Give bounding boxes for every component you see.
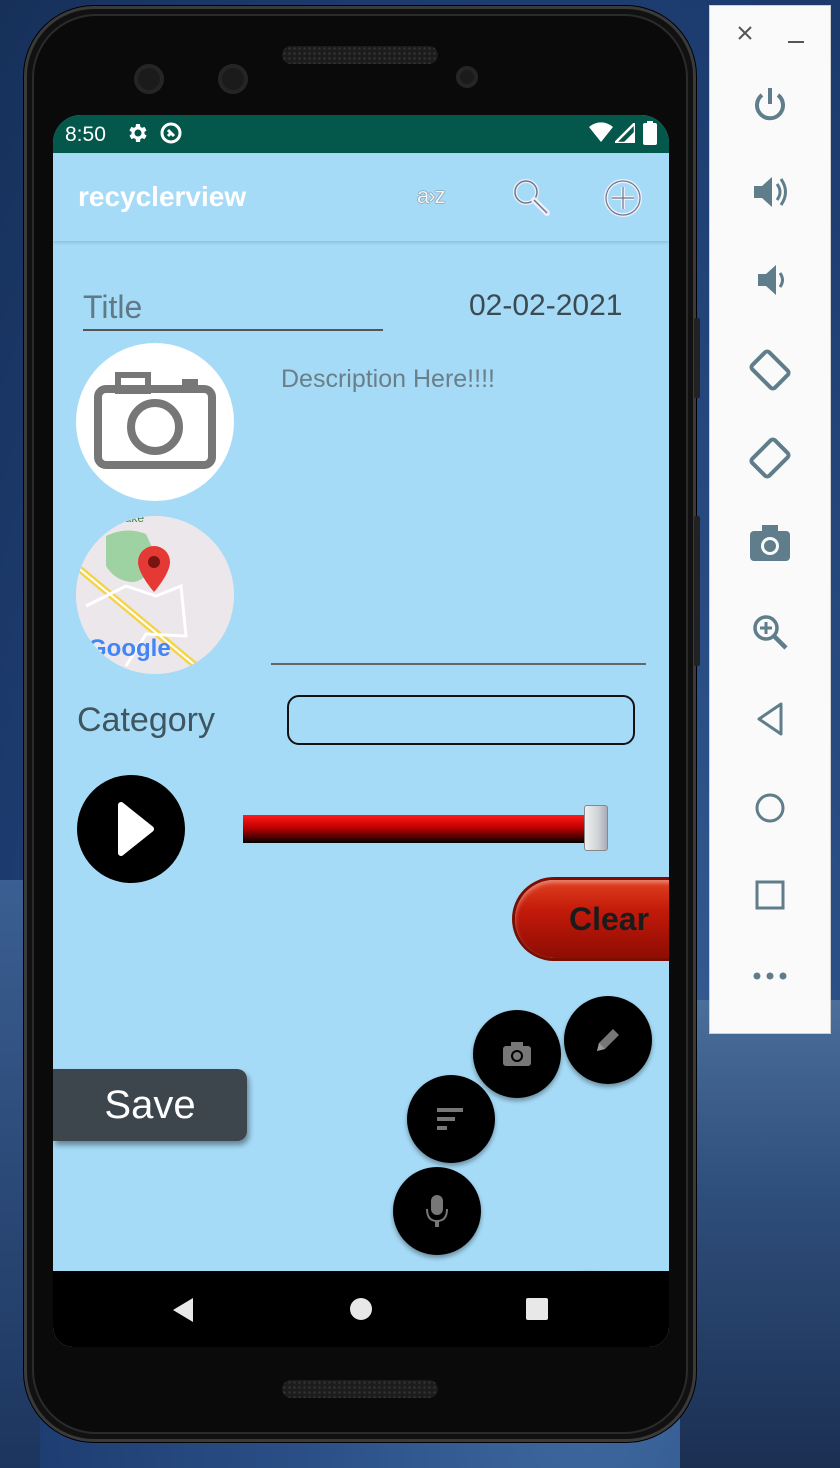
sensor-icon — [456, 66, 478, 88]
volume-down-icon[interactable] — [710, 260, 830, 300]
clear-button[interactable]: Clear — [515, 880, 669, 958]
sort-lines-icon — [437, 1108, 463, 1130]
rotate-right-icon[interactable] — [710, 434, 830, 482]
note-photo[interactable] — [76, 343, 234, 501]
slider-thumb[interactable] — [584, 805, 608, 851]
status-time: 8:50 — [65, 123, 106, 146]
mic-icon — [426, 1195, 448, 1227]
description-input[interactable] — [271, 359, 646, 665]
camera-placeholder-icon — [94, 372, 216, 469]
system-nav-bar — [53, 1271, 669, 1347]
more-options-icon[interactable] — [710, 972, 830, 980]
fab-camera-button[interactable] — [473, 1010, 561, 1098]
title-input[interactable] — [83, 285, 383, 331]
front-camera-icon — [134, 64, 164, 94]
nav-overview-button[interactable] — [525, 1297, 549, 1326]
note-date: 02-02-2021 — [469, 289, 623, 322]
map-logo: Google — [88, 635, 171, 662]
app-bar: recyclerview a›z — [53, 153, 669, 241]
front-camera-icon — [218, 64, 248, 94]
fab-sort-button[interactable] — [407, 1075, 495, 1163]
slider-track-filled — [243, 815, 584, 843]
zoom-icon[interactable] — [710, 612, 830, 652]
background-window-edge — [831, 0, 840, 1468]
note-editor: 02-02-2021 Lake Google C — [53, 241, 669, 1347]
device-screen: 8:50 recyclerview a›z 02-02-2021 — [53, 115, 669, 1347]
bottom-speaker — [282, 1380, 438, 1398]
rotate-left-icon[interactable] — [710, 346, 830, 394]
save-button[interactable]: Save — [53, 1069, 247, 1141]
volume-up-icon[interactable] — [710, 172, 830, 212]
desktop-wallpaper-right — [680, 1000, 840, 1468]
map-image: Lake Google — [76, 516, 234, 674]
minimize-icon[interactable] — [788, 32, 804, 50]
overview-icon[interactable] — [710, 880, 830, 910]
sync-status-icon — [159, 121, 183, 150]
emulator-toolbar — [709, 5, 831, 1034]
sort-az-button[interactable]: a›z — [417, 183, 446, 209]
settings-gear-icon — [125, 121, 149, 150]
earpiece-speaker — [282, 46, 438, 64]
close-icon[interactable] — [736, 24, 754, 47]
add-circle-icon[interactable] — [603, 178, 643, 223]
category-label: Category — [77, 701, 215, 739]
play-button[interactable] — [77, 775, 185, 883]
back-icon[interactable] — [710, 702, 830, 736]
play-icon — [118, 802, 154, 856]
phone-volume-keys — [694, 516, 700, 666]
search-icon[interactable] — [511, 177, 551, 222]
screenshot-icon[interactable] — [710, 524, 830, 562]
home-icon[interactable] — [710, 792, 830, 824]
location-map-thumbnail[interactable]: Lake Google — [76, 516, 234, 674]
status-bar: 8:50 — [53, 115, 669, 153]
category-input[interactable] — [287, 695, 635, 745]
fab-mic-button[interactable] — [393, 1167, 481, 1255]
nav-back-button[interactable] — [171, 1297, 195, 1328]
phone-power-key — [694, 318, 700, 398]
wifi-icon — [589, 122, 613, 149]
nav-home-button[interactable] — [349, 1297, 373, 1326]
app-title: recyclerview — [78, 181, 247, 212]
power-icon[interactable] — [710, 84, 830, 124]
battery-icon — [643, 121, 657, 150]
pencil-icon — [597, 1029, 619, 1051]
map-place-label: Lake — [118, 516, 144, 525]
audio-seek-slider[interactable] — [243, 805, 619, 851]
signal-icon — [611, 119, 637, 148]
camera-icon — [503, 1042, 531, 1066]
fab-edit-button[interactable] — [564, 996, 652, 1084]
